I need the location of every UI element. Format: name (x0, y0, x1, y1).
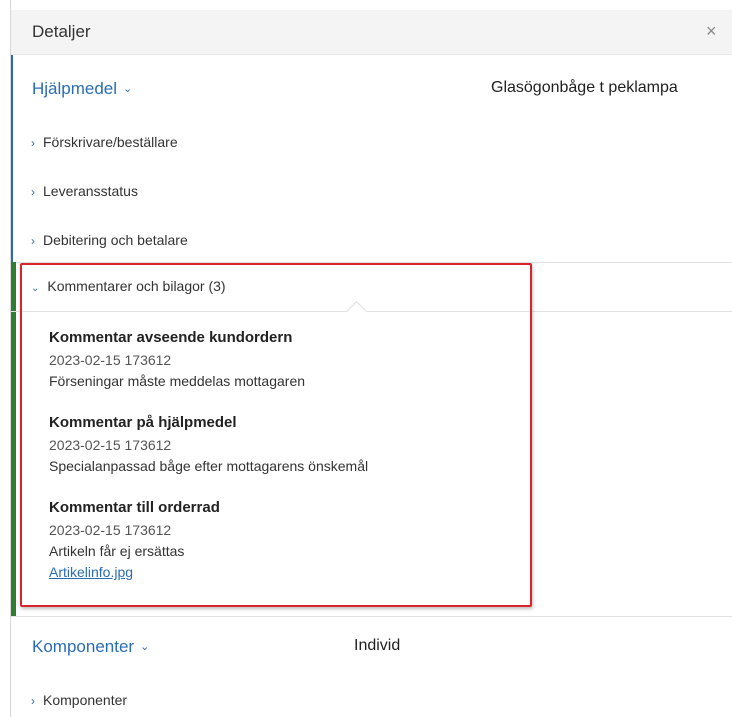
accordion-komponenter[interactable]: › Komponenter (31, 692, 127, 708)
accordion-forskrivare[interactable]: › Förskrivare/beställare (31, 134, 178, 150)
komponenter-value: Individ (354, 637, 401, 654)
active-section-bar (11, 262, 16, 616)
chevron-down-icon: ⌄ (123, 83, 133, 95)
panel-title: Detaljer (32, 22, 91, 41)
accordion-leveransstatus[interactable]: › Leveransstatus (31, 183, 138, 199)
accordion-leveransstatus-label: Leveransstatus (43, 183, 138, 199)
hjalpmedel-value: Glasögonbåge t peklampa (491, 79, 678, 96)
hjalpmedel-dropdown[interactable]: Hjälpmedel ⌄ (32, 79, 132, 99)
accordion-debitering[interactable]: › Debitering och betalare (31, 232, 188, 248)
komponenter-label: Komponenter (32, 637, 135, 656)
highlight-box (20, 263, 532, 607)
accordion-komponenter-label: Komponenter (43, 692, 128, 708)
section-indicator-bar (11, 55, 13, 262)
chevron-right-icon: › (31, 185, 35, 199)
details-panel: Detaljer × Hjälpmedel ⌄ Glasögonbåge t pe… (10, 0, 732, 717)
chevron-down-icon: ⌄ (140, 641, 150, 653)
accordion-debitering-label: Debitering och betalare (43, 232, 188, 248)
divider (11, 616, 732, 617)
chevron-right-icon: › (31, 136, 35, 150)
chevron-right-icon: › (31, 694, 35, 708)
accordion-forskrivare-label: Förskrivare/beställare (43, 134, 178, 150)
close-icon[interactable]: × (706, 21, 717, 42)
chevron-right-icon: › (31, 234, 35, 248)
hjalpmedel-label: Hjälpmedel (32, 79, 118, 98)
komponenter-dropdown[interactable]: Komponenter ⌄ (32, 637, 149, 657)
panel-header: Detaljer × (11, 10, 732, 55)
